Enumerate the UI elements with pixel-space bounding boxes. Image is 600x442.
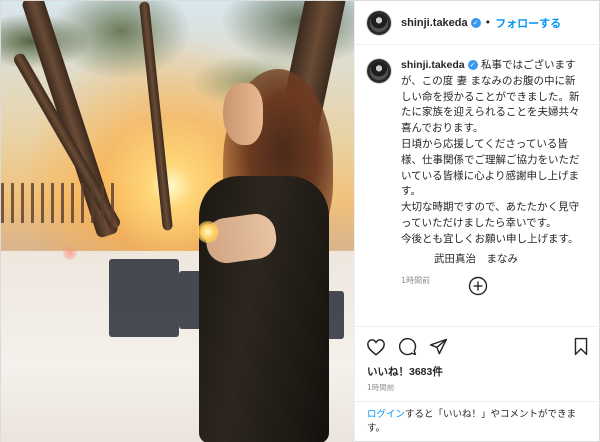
caption-line: が、この度 妻 まなみのお腹の中に新 [401, 74, 576, 87]
caption-username[interactable]: shinji.takeda [401, 59, 465, 71]
caption-line: す。 [401, 185, 421, 198]
username[interactable]: shinji.takeda [401, 17, 468, 29]
like-count[interactable]: いいね！3683件 [367, 364, 443, 379]
separator: • [484, 16, 492, 29]
wooden-deck [1, 183, 121, 223]
caption-line-text: 私事ではございます [480, 59, 576, 71]
avatar[interactable] [367, 59, 391, 83]
caption-line: しい命を授かることができました。新 [401, 90, 580, 103]
lens-flare [63, 246, 77, 260]
login-link[interactable]: ログイン [367, 409, 405, 420]
post-header: shinji.takeda ✓ • フォローする [355, 1, 600, 45]
caption-line: shinji.takeda ✓ 私事ではございます [401, 58, 590, 74]
bookmark-icon[interactable] [570, 336, 592, 358]
share-icon[interactable] [427, 336, 449, 358]
post-photo[interactable] [1, 1, 354, 442]
load-more-comments-icon[interactable] [468, 276, 488, 296]
caption-line: たに家族を迎えられることを夫婦共々 [401, 106, 580, 119]
heart-icon[interactable] [365, 336, 387, 358]
lens-flare [197, 221, 219, 243]
verified-badge-icon: ✓ [470, 17, 481, 28]
instagram-post: shinji.takeda ✓ • フォローする shinji.takeda ✓ … [0, 0, 600, 442]
caption-line: 喜んでおります。 [401, 122, 484, 135]
avatar[interactable] [367, 10, 391, 35]
woman-face [223, 83, 263, 145]
caption-line: 日頃から応援してくださっている皆 [401, 137, 568, 150]
post-sidebar: shinji.takeda ✓ • フォローする shinji.takeda ✓ … [354, 1, 600, 442]
follow-button[interactable]: フォローする [495, 15, 561, 31]
chair [109, 259, 179, 337]
action-bar [355, 326, 600, 366]
caption-text: shinji.takeda ✓ 私事ではございます が、この度 妻 まなみのお腹の… [401, 58, 590, 289]
caption-signature: 武田真治 まなみ [434, 252, 518, 265]
verified-badge-icon: ✓ [467, 60, 478, 70]
caption-time: 1時間前 [401, 276, 431, 286]
posted-time: 1時間前 [367, 383, 395, 392]
caption-line: 様、仕事関係でご理解ご協力をいただ [401, 153, 580, 166]
caption-line: っていただけましたら幸いです。 [401, 216, 557, 229]
comment-icon[interactable] [396, 336, 418, 358]
login-prompt: ログインすると「いいね！」やコメントができます。 [355, 401, 600, 442]
caption-line: いている皆様に心より感謝申し上げま [401, 169, 579, 182]
caption-line: 大切な時期ですので、あたたかく見守 [401, 201, 580, 214]
caption-line: 今後とも宜しくお願い申し上げます。 [401, 232, 579, 245]
